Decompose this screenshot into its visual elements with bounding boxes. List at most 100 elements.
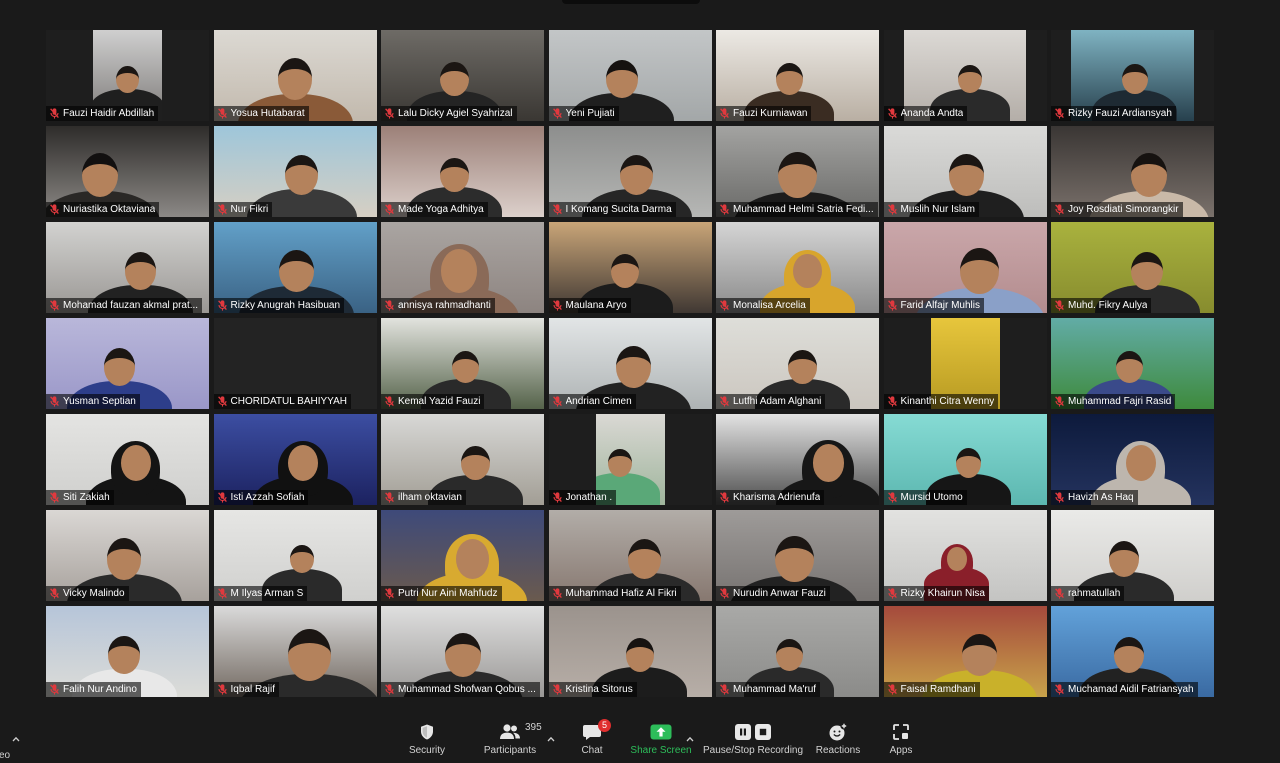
participant-tile[interactable]: Vicky Malindo [46, 510, 209, 601]
participant-tile[interactable]: Lalu Dicky Agiel Syahrizal [381, 30, 544, 121]
participant-tile[interactable]: Fauzi Haidir Abdillah [46, 30, 209, 121]
person-head [1131, 252, 1163, 290]
participant-tile[interactable]: Maulana Aryo [548, 222, 712, 313]
participant-name: Havizh As Haq [1068, 492, 1134, 503]
participant-name: Muhammad Shofwan Qobus ... [398, 684, 536, 695]
participant-tile[interactable]: Muslih Nur Islam [883, 126, 1047, 217]
participant-tile[interactable]: M Ilyas Arman S [213, 510, 377, 601]
participant-name: Falih Nur Andino [63, 684, 137, 695]
name-label: Kemal Yazid Fauzi [381, 394, 485, 409]
person-head [285, 155, 319, 195]
participant-tile[interactable]: Kinanthi Citra Wenny [883, 318, 1047, 409]
participant-tile[interactable]: rahmatullah [1051, 510, 1214, 601]
security-button[interactable]: Security [397, 721, 457, 759]
participant-name: Putri Nur Aini Mahfudz [398, 588, 498, 599]
name-label: Muhammad Fajri Rasid [1051, 394, 1176, 409]
participant-name: CHORIDATUL BAHIYYAH [230, 396, 348, 407]
mic-muted-icon [887, 300, 897, 311]
participant-tile[interactable]: Muhammad Helmi Satria Fedi... [716, 126, 879, 217]
participant-name: Nur Fikri [230, 204, 269, 215]
participant-name: rahmatullah [1068, 588, 1121, 599]
mic-muted-icon [50, 588, 59, 599]
participant-tile[interactable]: Mursid Utomo [883, 414, 1047, 505]
participant-tile[interactable]: Lutfhi Adam Alghani [716, 318, 879, 409]
participant-tile[interactable]: Siti Zakiah [46, 414, 209, 505]
participant-tile[interactable]: Kemal Yazid Fauzi [381, 318, 544, 409]
participant-tile[interactable]: Ananda Andta [883, 30, 1047, 121]
participant-tile[interactable]: Mohamad fauzan akmal prat... [46, 222, 209, 313]
participant-name: Yosua Hutabarat [230, 108, 305, 119]
participant-tile[interactable]: Jonathan . [548, 414, 712, 505]
video-options-chevron-up-icon[interactable] [12, 729, 20, 742]
mic-muted-icon [720, 204, 729, 215]
name-label: Iqbal Rajif [213, 682, 279, 697]
participants-options-chevron-up-icon[interactable] [547, 729, 555, 742]
participant-name: Jonathan . [565, 492, 613, 503]
participant-name: Kristina Sitorus [565, 684, 633, 695]
participant-tile[interactable]: Joy Rosdiati Simorangkir [1051, 126, 1214, 217]
person-head [949, 154, 984, 196]
participant-tile[interactable]: Muhammad Shofwan Qobus ... [381, 606, 544, 697]
participant-tile[interactable]: Monalisa Arcelia [716, 222, 879, 313]
participant-tile[interactable]: Faisal Ramdhani [883, 606, 1047, 697]
participant-tile[interactable]: Putri Nur Aini Mahfudz [381, 510, 544, 601]
participant-tile[interactable]: Muchamad Aidil Fatriansyah [1051, 606, 1214, 697]
participant-tile[interactable]: Isti Azzah Sofiah [213, 414, 377, 505]
mic-muted-icon [720, 684, 729, 695]
participant-tile[interactable]: Yeni Pujiati [548, 30, 712, 121]
mic-muted-icon [50, 108, 59, 119]
participant-name: Fauzi Haidir Abdillah [63, 108, 155, 119]
participant-tile[interactable]: Muhammad Fajri Rasid [1051, 318, 1214, 409]
participant-name: Nurudin Anwar Fauzi [733, 588, 826, 599]
name-label: Farid Alfajr Muhlis [883, 298, 984, 313]
participant-name: Muhammad Helmi Satria Fedi... [733, 204, 874, 215]
person-head [279, 250, 314, 292]
person-head [812, 444, 845, 482]
participant-tile[interactable]: Rizky Anugrah Hasibuan [213, 222, 377, 313]
participant-tile[interactable]: Muhammad Ma'ruf [716, 606, 879, 697]
pause-icon[interactable] [735, 724, 751, 740]
participant-tile[interactable]: annisya rahmadhanti [381, 222, 544, 313]
participant-tile[interactable]: Andrian Cimen [548, 318, 712, 409]
participant-tile[interactable]: Rizky Fauzi Ardiansyah [1051, 30, 1214, 121]
participant-tile[interactable]: Yusman Septian [46, 318, 209, 409]
mic-muted-icon [217, 108, 227, 119]
stop-icon[interactable] [755, 724, 771, 740]
participant-tile[interactable]: Iqbal Rajif [213, 606, 377, 697]
name-label: Lalu Dicky Agiel Syahrizal [381, 106, 517, 121]
share-screen-icon [650, 721, 672, 743]
participant-tile[interactable]: Falih Nur Andino [46, 606, 209, 697]
participant-tile[interactable]: Made Yoga Adhitya [381, 126, 544, 217]
participant-tile[interactable]: Nuriastika Oktaviana [46, 126, 209, 217]
video-button[interactable]: eo [0, 745, 10, 763]
participant-tile[interactable]: Havizh As Haq [1051, 414, 1214, 505]
participant-tile[interactable]: Nur Fikri [213, 126, 377, 217]
person-head [775, 62, 803, 96]
mic-muted-icon [385, 492, 394, 503]
participant-name: Joy Rosdiati Simorangkir [1068, 204, 1179, 215]
participants-button[interactable]: 395 Participants [475, 721, 545, 759]
participant-tile[interactable]: Farid Alfajr Muhlis [883, 222, 1047, 313]
mic-muted-icon [217, 204, 227, 215]
name-label: Isti Azzah Sofiah [213, 490, 309, 505]
participant-tile[interactable]: I Komang Sucita Darma [548, 126, 712, 217]
participant-tile[interactable]: CHORIDATUL BAHIYYAH [213, 318, 377, 409]
participant-tile[interactable]: Kristina Sitorus [548, 606, 712, 697]
recording-button[interactable]: Pause/Stop Recording [703, 721, 803, 759]
share-options-chevron-up-icon[interactable] [686, 729, 694, 742]
person-head [81, 153, 118, 197]
apps-button[interactable]: Apps [881, 721, 921, 759]
reactions-button[interactable]: Reactions [808, 721, 868, 759]
participant-tile[interactable]: ilham oktavian [381, 414, 544, 505]
mic-muted-icon [50, 684, 59, 695]
participant-tile[interactable]: Muhd. Fikry Aulya [1051, 222, 1214, 313]
participant-tile[interactable]: Muhammad Hafiz Al Fikri [548, 510, 712, 601]
chat-button[interactable]: 5 Chat [567, 719, 617, 759]
participant-tile[interactable]: Nurudin Anwar Fauzi [716, 510, 879, 601]
mic-muted-icon [1055, 108, 1064, 119]
participant-tile[interactable]: Fauzi Kurniawan [716, 30, 879, 121]
participant-tile[interactable]: Rizky Khairun Nisa [883, 510, 1047, 601]
participant-name: Yusman Septian [63, 396, 136, 407]
participant-tile[interactable]: Kharisma Adrienufa [716, 414, 879, 505]
participant-tile[interactable]: Yosua Hutabarat [213, 30, 377, 121]
